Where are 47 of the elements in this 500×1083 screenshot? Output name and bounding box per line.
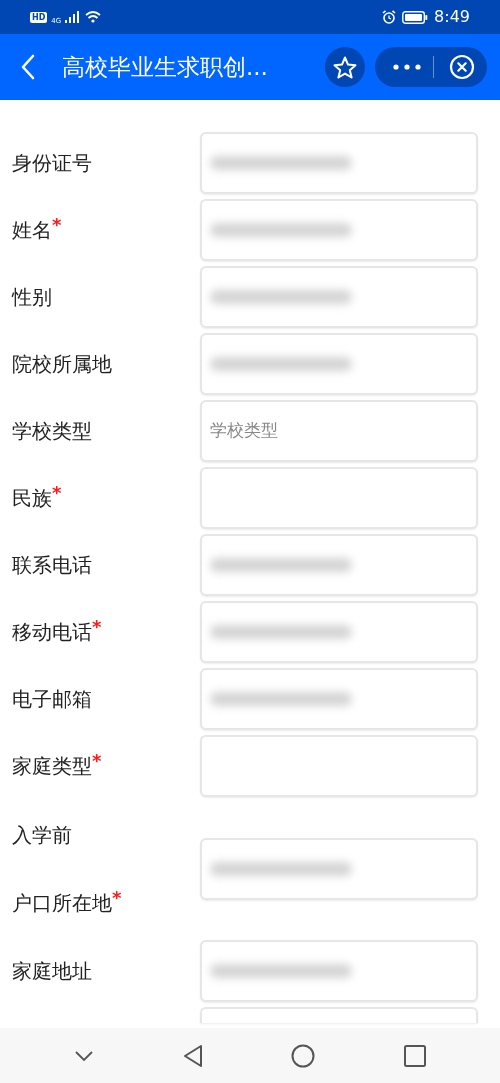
signal-icon xyxy=(65,11,82,23)
input-field[interactable] xyxy=(200,837,478,900)
field-label: 入学前 xyxy=(12,821,72,849)
field-label: 姓名 xyxy=(12,217,52,244)
required-mark: * xyxy=(112,887,122,908)
more-icon[interactable] xyxy=(393,64,421,70)
input-field[interactable] xyxy=(200,940,478,1002)
hd-badge: HD xyxy=(30,11,48,23)
required-mark: * xyxy=(52,215,62,235)
battery-icon xyxy=(402,10,429,24)
back-icon[interactable] xyxy=(182,1043,203,1068)
page-title: 高校毕业生求职创... xyxy=(62,52,268,82)
required-mark: * xyxy=(92,617,102,637)
favorite-button[interactable] xyxy=(325,47,365,87)
input-field[interactable] xyxy=(200,333,478,395)
field-label: 家庭地址 xyxy=(12,958,92,985)
input-field[interactable] xyxy=(200,467,478,529)
close-icon[interactable] xyxy=(449,54,475,80)
input-field[interactable] xyxy=(200,668,478,730)
input-field[interactable] xyxy=(200,266,478,328)
field-label: 移动电话 xyxy=(12,619,92,646)
alarm-icon xyxy=(382,10,397,24)
field-label: 户口所在地 xyxy=(12,889,112,917)
input-field[interactable] xyxy=(200,735,478,797)
field-label: 学校类型 xyxy=(12,418,92,445)
wifi-icon xyxy=(85,11,102,23)
input-field[interactable]: 学校类型 xyxy=(200,400,478,462)
field-label: 联系电话 xyxy=(12,552,92,579)
input-field[interactable] xyxy=(200,1007,478,1023)
input-field[interactable] xyxy=(200,601,478,663)
field-label: 家庭类型 xyxy=(12,753,92,780)
input-field[interactable] xyxy=(200,132,478,194)
field-label: 性别 xyxy=(12,284,52,311)
input-field[interactable] xyxy=(200,534,478,596)
star-icon xyxy=(333,55,357,79)
required-mark: * xyxy=(92,751,102,771)
field-label: 身份证号 xyxy=(12,150,92,177)
input-field[interactable] xyxy=(200,199,478,261)
field-label: 院校所属地 xyxy=(12,351,112,378)
required-mark: * xyxy=(52,483,62,503)
field-label: 电子邮箱 xyxy=(12,686,92,713)
home-icon[interactable] xyxy=(291,1043,316,1068)
chevron-down-icon[interactable] xyxy=(74,1049,95,1062)
placeholder-text: 学校类型 xyxy=(210,419,278,443)
field-label: 民族 xyxy=(12,485,52,512)
recents-icon[interactable] xyxy=(403,1044,426,1067)
clock-time: 8:49 xyxy=(434,6,470,28)
